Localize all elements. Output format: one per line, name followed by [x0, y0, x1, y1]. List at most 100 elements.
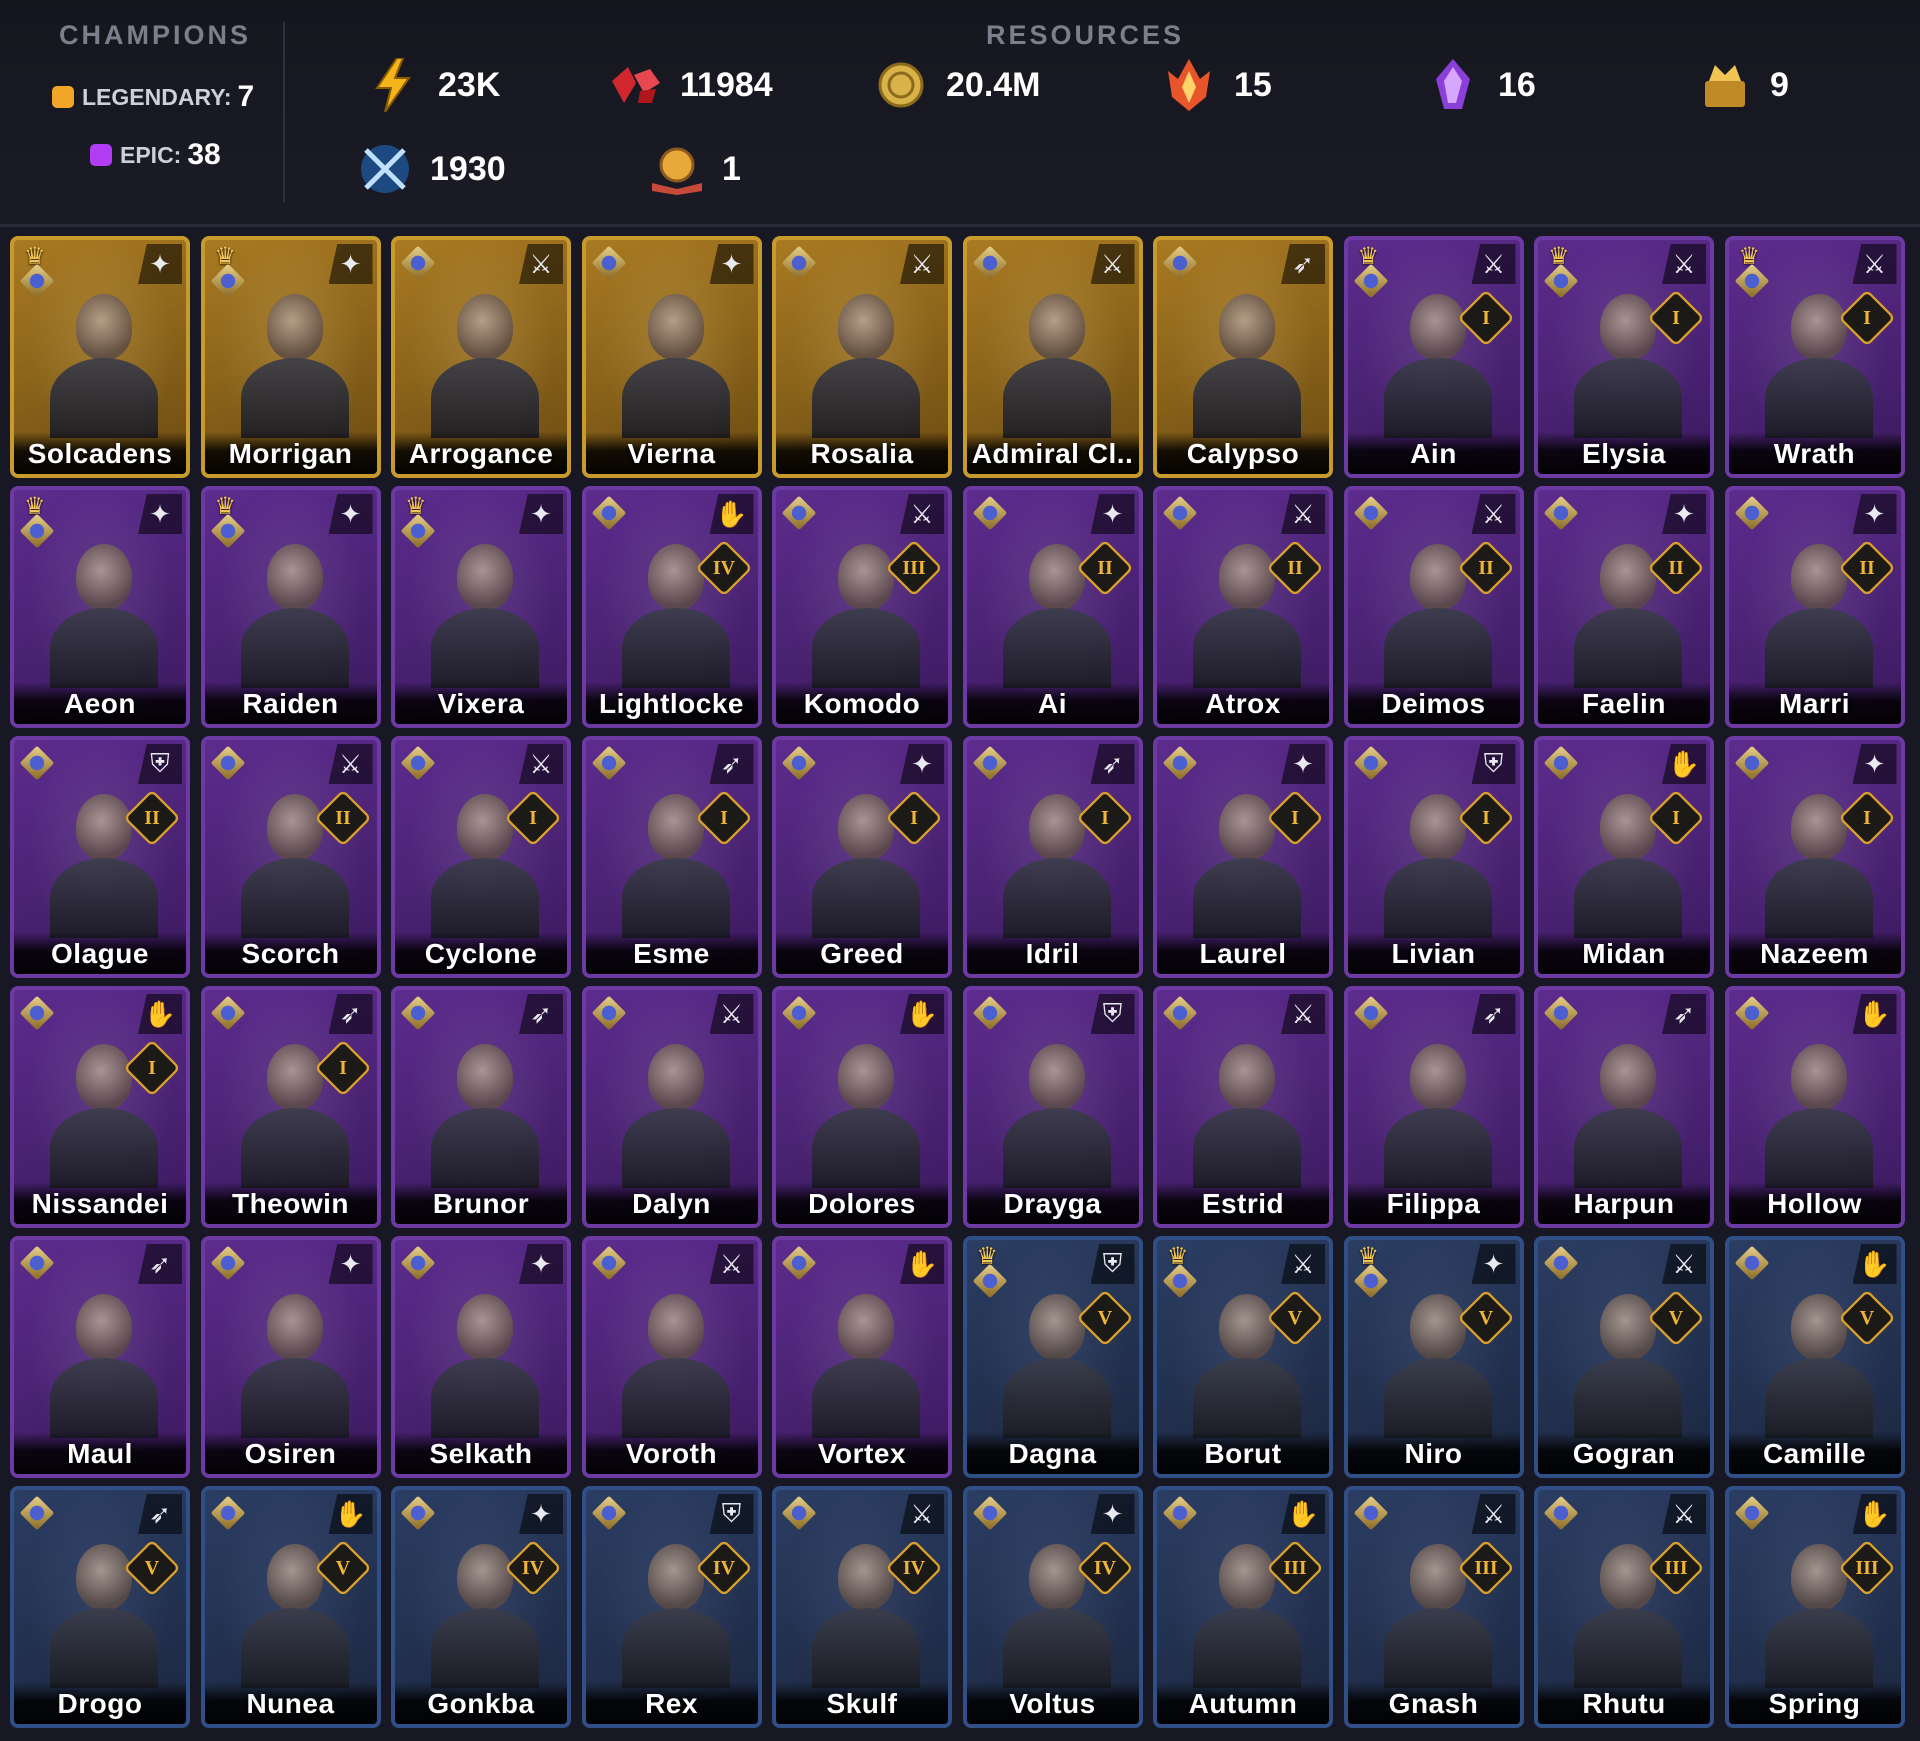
champion-card[interactable]: ♛ ⚔ I Elysia: [1534, 236, 1714, 478]
champion-card[interactable]: ⚔ III Komodo: [772, 486, 952, 728]
champion-card[interactable]: ♛ ✦ Raiden: [200, 486, 381, 728]
affinity-icon: [972, 1495, 1007, 1531]
rank-label: IV: [1093, 1556, 1116, 1579]
champion-card[interactable]: ✦ I Laurel: [1153, 736, 1333, 978]
champion-card[interactable]: ⚔ Arrogance: [391, 236, 571, 478]
champion-card[interactable]: ➶ Maul: [10, 1236, 190, 1478]
rank-label: V: [335, 1556, 350, 1579]
champion-card[interactable]: ⚔ II Scorch: [200, 736, 381, 978]
champion-card[interactable]: ✋ Vortex: [772, 1236, 952, 1478]
champion-card[interactable]: ✋ III Spring: [1724, 1486, 1905, 1728]
champion-card[interactable]: ➶ Brunor: [391, 986, 571, 1228]
champion-name: Raiden: [242, 688, 339, 719]
role-icon: ⚔: [1852, 244, 1897, 284]
champion-card[interactable]: ⚔ Estrid: [1153, 986, 1333, 1228]
affinity-icon: [972, 995, 1007, 1031]
champion-card[interactable]: ♛ ✦ Aeon: [10, 486, 190, 728]
champion-card[interactable]: ✦ IV Gonkba: [391, 1486, 571, 1728]
champion-portrait: [425, 280, 545, 438]
champion-card[interactable]: ✋ I Midan: [1534, 736, 1714, 978]
affinity-icon: [781, 995, 817, 1031]
champion-card[interactable]: ♛ ✦ Vixera: [391, 486, 571, 728]
champion-card[interactable]: ➶ I Esme: [581, 736, 762, 978]
affinity-icon: [400, 745, 436, 781]
affinity-icon: [400, 995, 436, 1031]
role-icon: ✦: [1852, 744, 1897, 784]
champion-card[interactable]: ✦ II Marri: [1724, 486, 1905, 728]
rank-label: II: [1477, 556, 1494, 579]
affinity-icon: [972, 745, 1007, 781]
champion-card[interactable]: ✋ Hollow: [1724, 986, 1905, 1228]
champion-card[interactable]: ✋ V Nunea: [200, 1486, 381, 1728]
champion-card[interactable]: ✋ Dolores: [772, 986, 952, 1228]
role-icon: ✋: [900, 1244, 944, 1284]
champion-card[interactable]: ✦ II Ai: [962, 486, 1143, 728]
champion-card[interactable]: ⚔ V Gogran: [1534, 1236, 1714, 1478]
champion-card[interactable]: ⚔ III Gnash: [1343, 1486, 1524, 1728]
affinity-icon: [1353, 495, 1388, 531]
champion-card[interactable]: ⚔ IV Skulf: [772, 1486, 952, 1728]
champion-card[interactable]: ⛨ IV Rex: [581, 1486, 762, 1728]
champion-card[interactable]: ➶ Filippa: [1343, 986, 1524, 1228]
champion-card[interactable]: ✦ Vierna: [581, 236, 762, 478]
champion-card[interactable]: ⚔ II Atrox: [1153, 486, 1333, 728]
champion-portrait: [616, 280, 736, 438]
champion-portrait: [997, 280, 1117, 438]
champion-card[interactable]: ✦ I Nazeem: [1724, 736, 1905, 978]
affinity-icon: [1162, 245, 1198, 281]
champion-card[interactable]: ➶ Harpun: [1534, 986, 1714, 1228]
champion-card[interactable]: ♛ ⛨ V Dagna: [962, 1236, 1143, 1478]
champion-card[interactable]: ♛ ⚔ I Ain: [1343, 236, 1524, 478]
champion-card[interactable]: ⚔ Voroth: [581, 1236, 762, 1478]
champion-card[interactable]: ✦ Selkath: [391, 1236, 571, 1478]
champion-card[interactable]: ⛨ Drayga: [962, 986, 1143, 1228]
champion-card[interactable]: ⚔ Rosalia: [772, 236, 952, 478]
champion-portrait: [1759, 1030, 1879, 1188]
rank-badge-icon: I: [123, 1039, 181, 1097]
rank-label: V: [1478, 1306, 1493, 1329]
champion-card[interactable]: ✋ V Camille: [1724, 1236, 1905, 1478]
rank-label: I: [1481, 806, 1490, 829]
champion-name: Laurel: [1199, 938, 1287, 969]
champion-card[interactable]: ➶ I Idril: [962, 736, 1143, 978]
champion-card[interactable]: ⛨ I Livian: [1343, 736, 1524, 978]
role-icon: ⚔: [900, 1494, 944, 1534]
rank-badge-icon: V: [1075, 1289, 1134, 1347]
champion-card[interactable]: ⚔ I Cyclone: [391, 736, 571, 978]
champion-card[interactable]: ➶ V Drogo: [10, 1486, 190, 1728]
champion-card[interactable]: ⚔ Dalyn: [581, 986, 762, 1228]
champion-card[interactable]: ⚔ III Rhutu: [1534, 1486, 1714, 1728]
affinity-icon: [781, 245, 817, 281]
champion-name: Solcadens: [27, 438, 173, 469]
champion-card[interactable]: ➶ Calypso: [1153, 236, 1333, 478]
affinity-icon: [781, 745, 817, 781]
champion-card[interactable]: ✋ IV Lightlocke: [581, 486, 762, 728]
champion-card[interactable]: ✦ Osiren: [200, 1236, 381, 1478]
champion-card[interactable]: ♛ ✦ V Niro: [1343, 1236, 1524, 1478]
champion-card[interactable]: ⛨ II Olague: [10, 736, 190, 978]
champion-card[interactable]: ♛ ⚔ I Wrath: [1724, 236, 1905, 478]
rank-label: I: [1100, 806, 1109, 829]
champion-card[interactable]: ✦ IV Voltus: [962, 1486, 1143, 1728]
champion-name: Admiral Cl..: [971, 438, 1134, 469]
rank-label: I: [1672, 806, 1680, 829]
champion-portrait: [1187, 1030, 1307, 1188]
champion-card[interactable]: ✦ II Faelin: [1534, 486, 1714, 728]
champion-card[interactable]: ✦ I Greed: [772, 736, 952, 978]
affinity-icon: [1543, 1495, 1579, 1531]
champion-card[interactable]: ✋ III Autumn: [1153, 1486, 1333, 1728]
champion-card[interactable]: ♛ ✦ Solcadens: [10, 236, 190, 478]
affinity-icon: [591, 1495, 626, 1531]
champion-card[interactable]: ➶ I Theowin: [200, 986, 381, 1228]
rank-badge-icon: II: [1266, 539, 1324, 597]
champion-card[interactable]: ⚔ Admiral Cl..: [962, 236, 1143, 478]
champion-card[interactable]: ♛ ⚔ V Borut: [1153, 1236, 1333, 1478]
role-icon: ⚔: [519, 744, 563, 784]
champion-card[interactable]: ⚔ II Deimos: [1343, 486, 1524, 728]
champion-card[interactable]: ✋ I Nissandei: [10, 986, 190, 1228]
affinity-icon: [591, 745, 626, 781]
champion-name: Nazeem: [1760, 938, 1869, 969]
rank-label: I: [1672, 306, 1680, 329]
champion-card[interactable]: ♛ ✦ Morrigan: [200, 236, 381, 478]
champion-portrait: [806, 1280, 926, 1438]
